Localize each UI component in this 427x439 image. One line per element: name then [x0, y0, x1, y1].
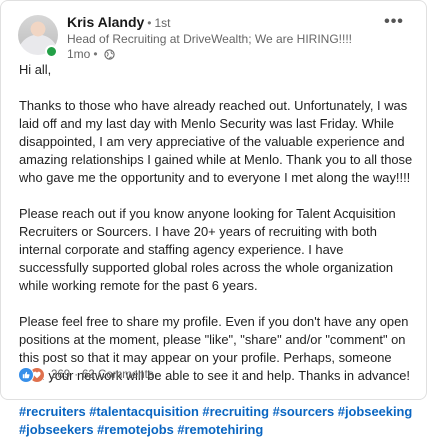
connection-degree: 1st [154, 16, 171, 30]
post-header: Kris Alandy • 1st Head of Recruiting at Dr… [18, 12, 413, 61]
post-time: 1mo [67, 47, 91, 61]
thumbs-up-icon [22, 371, 30, 379]
social-counts: 269 · 62 Comments [18, 367, 154, 383]
hashtag-line[interactable]: #jobseekers #remotejobs #remotehiring [19, 421, 414, 439]
like-icon[interactable] [18, 367, 34, 383]
post-meta: 1mo • [67, 47, 115, 61]
hashtag-line[interactable]: #recruiters #talentacquisition #recruiti… [19, 403, 414, 421]
author-name[interactable]: Kris Alandy [67, 14, 144, 30]
bullet-separator: · [74, 369, 79, 381]
online-status-icon [45, 45, 58, 58]
bullet-separator: • [93, 47, 98, 61]
post-paragraph: Please reach out if you know anyone look… [19, 206, 396, 293]
author-line: Kris Alandy • 1st [67, 14, 171, 30]
reaction-count[interactable]: 269 [51, 369, 70, 381]
post-paragraph: Thanks to those who have already reached… [19, 98, 413, 185]
heart-icon [33, 371, 41, 379]
more-horizontal-icon: ••• [384, 13, 404, 30]
comment-count[interactable]: 62 Comments [82, 369, 154, 381]
avatar[interactable] [18, 15, 58, 58]
author-headline: Head of Recruiting at DriveWealth; We ar… [67, 32, 352, 46]
hashtags: #recruiters #talentacquisition #recruiti… [19, 403, 414, 439]
globe-icon [103, 48, 115, 60]
bullet-separator: • [147, 16, 152, 30]
post-paragraph: Hi all, [19, 62, 52, 77]
more-options-button[interactable]: ••• [382, 13, 406, 30]
post-card: Kris Alandy • 1st Head of Recruiting at Dr… [0, 0, 427, 437]
